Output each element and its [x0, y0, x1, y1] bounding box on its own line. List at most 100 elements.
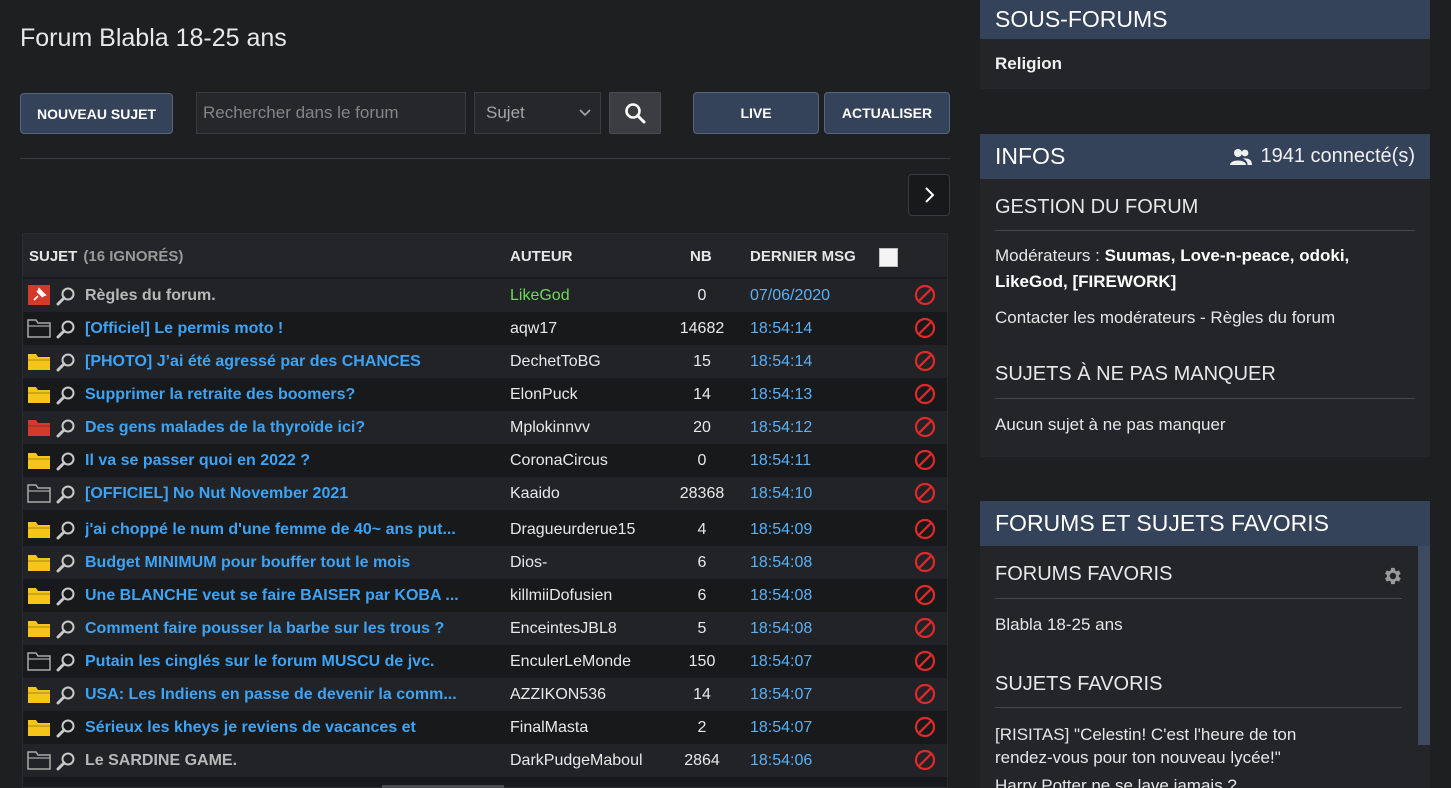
topic-author[interactable]: CoronaCircus: [510, 452, 608, 470]
ignore-topic-icon[interactable]: [914, 584, 936, 606]
topic-last-message[interactable]: 18:54:10: [750, 485, 812, 503]
ignore-topic-icon[interactable]: [914, 317, 936, 339]
topic-row[interactable]: Comment faire pousser la barbe sur les t…: [23, 612, 947, 645]
topic-author[interactable]: aqw17: [510, 320, 557, 338]
topic-title-link[interactable]: Il va se passer quoi en 2022 ?: [85, 452, 475, 470]
magnifier-icon[interactable]: [56, 685, 76, 705]
topic-row[interactable]: USA: Les Indiens en passe de devenir la …: [23, 678, 947, 711]
topic-last-message[interactable]: 18:54:08: [750, 587, 812, 605]
topic-title-link[interactable]: j'ai choppé le num d'une femme de 40~ an…: [85, 521, 475, 539]
topic-last-message[interactable]: 18:54:12: [750, 419, 812, 437]
magnifier-icon[interactable]: [56, 484, 76, 504]
subforum-link-religion[interactable]: Religion: [995, 54, 1062, 74]
magnifier-icon[interactable]: [56, 652, 76, 672]
topic-author[interactable]: FinalMasta: [510, 719, 588, 737]
topic-row[interactable]: Putain les cinglés sur le forum MUSCU de…: [23, 645, 947, 678]
ignore-topic-icon[interactable]: [914, 449, 936, 471]
topic-author[interactable]: Mplokinnvv: [510, 419, 590, 437]
topic-last-message[interactable]: 18:54:07: [750, 686, 812, 704]
magnifier-icon[interactable]: [56, 520, 76, 540]
topic-title-link[interactable]: Des gens malades de la thyroïde ici?: [85, 419, 475, 437]
topic-title-link[interactable]: Comment faire pousser la barbe sur les t…: [85, 620, 475, 638]
topic-title-link[interactable]: Règles du forum.: [85, 287, 475, 305]
ignore-topic-icon[interactable]: [914, 350, 936, 372]
topic-row[interactable]: [OFFICIEL] No Nut November 2021 Kaaido 283…: [23, 477, 947, 510]
ignore-topic-icon[interactable]: [914, 683, 936, 705]
fav-forum-link[interactable]: Blabla 18-25 ans: [995, 612, 1415, 638]
search-button[interactable]: [609, 92, 661, 134]
topic-author[interactable]: EnceintesJBL8: [510, 620, 617, 638]
topic-title-link[interactable]: Le SARDINE GAME.: [85, 752, 475, 770]
contact-moderators-link[interactable]: Contacter les modérateurs - Règles du fo…: [995, 305, 1415, 331]
topic-title-link[interactable]: Putain les cinglés sur le forum MUSCU de…: [85, 653, 475, 671]
ignore-topic-icon[interactable]: [914, 716, 936, 738]
topic-author[interactable]: Dragueurderue15: [510, 521, 635, 539]
magnifier-icon[interactable]: [56, 286, 76, 306]
magnifier-icon[interactable]: [56, 586, 76, 606]
ignore-topic-icon[interactable]: [914, 416, 936, 438]
topic-row[interactable]: Sérieux les kheys je reviens de vacances…: [23, 711, 947, 744]
magnifier-icon[interactable]: [56, 451, 76, 471]
magnifier-icon[interactable]: [56, 352, 76, 372]
topic-last-message[interactable]: 18:54:07: [750, 719, 812, 737]
ignore-topic-icon[interactable]: [914, 383, 936, 405]
magnifier-icon[interactable]: [56, 418, 76, 438]
topic-title-link[interactable]: USA: Les Indiens en passe de devenir la …: [85, 686, 475, 704]
magnifier-icon[interactable]: [56, 619, 76, 639]
topic-row[interactable]: Il va se passer quoi en 2022 ? CoronaCirc…: [23, 444, 947, 477]
topic-row[interactable]: Le SARDINE GAME. DarkPudgeMaboul 2864 18:54…: [23, 744, 947, 777]
ignore-topic-icon[interactable]: [914, 650, 936, 672]
favorites-scrollbar[interactable]: [1418, 546, 1430, 745]
ignore-topic-icon[interactable]: [914, 284, 936, 306]
select-all-checkbox[interactable]: [879, 248, 898, 267]
ignore-topic-icon[interactable]: [914, 617, 936, 639]
ignore-topic-icon[interactable]: [914, 551, 936, 573]
new-topic-button[interactable]: NOUVEAU SUJET: [20, 93, 173, 134]
topic-title-link[interactable]: Sérieux les kheys je reviens de vacances…: [85, 719, 475, 737]
gear-icon[interactable]: [1381, 565, 1403, 587]
topic-row[interactable]: Règles du forum. LikeGod 0 07/06/2020: [23, 279, 947, 312]
topic-last-message[interactable]: 18:54:13: [750, 386, 812, 404]
topic-row[interactable]: [Officiel] Le permis moto ! aqw17 14682 18:…: [23, 312, 947, 345]
fav-topic-link[interactable]: Harry Potter ne se lave jamais ?: [995, 773, 1415, 788]
live-button[interactable]: LIVE: [693, 92, 819, 134]
topic-last-message[interactable]: 18:54:06: [750, 752, 812, 770]
search-scope-select[interactable]: Sujet: [474, 92, 601, 134]
topic-title-link[interactable]: [OFFICIEL] No Nut November 2021: [85, 485, 475, 503]
topic-author[interactable]: EnculerLeMonde: [510, 653, 631, 671]
topic-last-message[interactable]: 18:54:11: [750, 452, 811, 470]
topic-last-message[interactable]: 18:54:07: [750, 653, 812, 671]
fav-topic-link[interactable]: [RISITAS] "Celestin! C'est l'heure de to…: [995, 723, 1355, 769]
topic-last-message[interactable]: 18:54:09: [750, 521, 812, 539]
ignore-topic-icon[interactable]: [914, 518, 936, 540]
topic-author[interactable]: ElonPuck: [510, 386, 578, 404]
topic-title-link[interactable]: [PHOTO] J’ai été agressé par des CHANCES: [85, 353, 475, 371]
ignored-count[interactable]: (16 IGNORÉS): [83, 248, 183, 265]
topic-last-message[interactable]: 18:54:08: [750, 620, 812, 638]
topic-last-message[interactable]: 18:54:14: [750, 320, 812, 338]
topic-last-message[interactable]: 18:54:08: [750, 554, 812, 572]
topic-author[interactable]: Dios-: [510, 554, 547, 572]
magnifier-icon[interactable]: [56, 751, 76, 771]
magnifier-icon[interactable]: [56, 553, 76, 573]
magnifier-icon[interactable]: [56, 319, 76, 339]
ignore-topic-icon[interactable]: [914, 749, 936, 771]
topic-title-link[interactable]: Une BLANCHE veut se faire BAISER par KOB…: [85, 587, 475, 605]
topic-row[interactable]: Une BLANCHE veut se faire BAISER par KOB…: [23, 579, 947, 612]
magnifier-icon[interactable]: [56, 718, 76, 738]
search-input[interactable]: [196, 92, 466, 134]
topic-author[interactable]: LikeGod: [510, 287, 570, 305]
topic-row[interactable]: Budget MINIMUM pour bouffer tout le mois…: [23, 546, 947, 579]
topic-row[interactable]: Supprimer la retraite des boomers? ElonPu…: [23, 378, 947, 411]
topic-last-message[interactable]: 07/06/2020: [750, 287, 830, 305]
topic-last-message[interactable]: 18:54:14: [750, 353, 812, 371]
next-page-button[interactable]: [908, 174, 950, 216]
topic-author[interactable]: DechetToBG: [510, 353, 601, 371]
topic-row[interactable]: [PHOTO] J’ai été agressé par des CHANCES…: [23, 345, 947, 378]
topic-title-link[interactable]: [Officiel] Le permis moto !: [85, 320, 475, 338]
topic-author[interactable]: AZZIKON536: [510, 686, 606, 704]
topic-row[interactable]: Des gens malades de la thyroïde ici? Mplo…: [23, 411, 947, 444]
refresh-button[interactable]: ACTUALISER: [824, 92, 950, 134]
topic-author[interactable]: DarkPudgeMaboul: [510, 752, 643, 770]
magnifier-icon[interactable]: [56, 385, 76, 405]
